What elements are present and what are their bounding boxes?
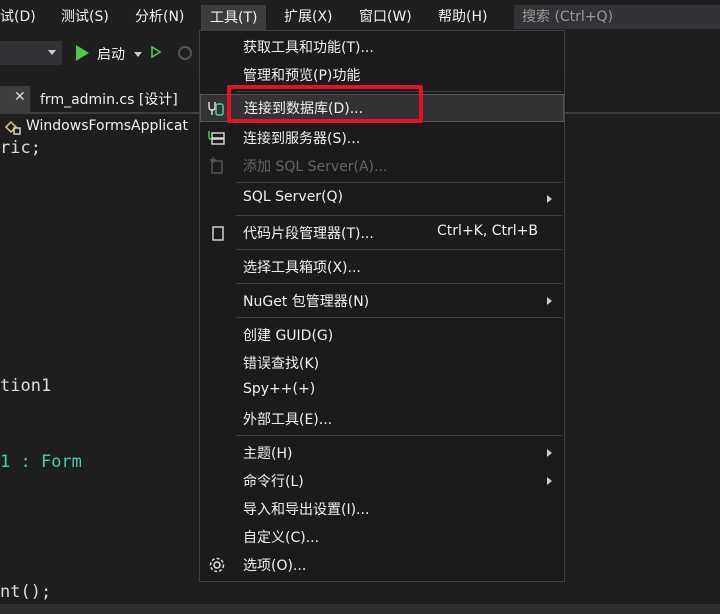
- menu-item-nuget[interactable]: NuGet 包管理器(N): [200, 287, 564, 315]
- menu-help[interactable]: 帮助(H): [438, 6, 487, 28]
- menu-separator: [236, 215, 562, 216]
- menu-item-get-tools[interactable]: 获取工具和功能(T)...: [200, 33, 564, 61]
- chevron-down-icon: [48, 50, 56, 55]
- menu-item-label: 自定义(C)...: [243, 530, 320, 546]
- code-line: tion1: [0, 376, 52, 396]
- highlight-annotation-box: [227, 85, 423, 123]
- code-line: nt();: [0, 582, 52, 602]
- submenu-arrow-icon: [547, 297, 552, 305]
- namespace-dropdown[interactable]: WindowsFormsApplicat: [26, 118, 188, 134]
- menu-item-label: Spy++(+): [243, 381, 316, 397]
- tab-active[interactable]: ✕: [0, 86, 30, 112]
- menu-analyze[interactable]: 分析(N): [135, 6, 184, 28]
- menu-separator: [236, 182, 562, 183]
- close-icon[interactable]: ✕: [14, 89, 26, 105]
- menu-bar: 试(D) 测试(S) 分析(N) 工具(T) 扩展(X) 窗口(W) 帮助(H)…: [0, 0, 720, 36]
- menu-item-label: 错误查找(K): [243, 356, 320, 372]
- menu-item-label: 导入和导出设置(I)...: [243, 502, 370, 518]
- start-button-label[interactable]: 启动: [97, 44, 125, 64]
- menu-item-choose-toolbox[interactable]: 选择工具箱项(X)...: [200, 253, 564, 281]
- hot-reload-icon[interactable]: [178, 46, 192, 60]
- menu-separator: [236, 435, 562, 436]
- menu-item-label: 外部工具(E)...: [243, 412, 333, 428]
- menu-extensions[interactable]: 扩展(X): [284, 6, 333, 28]
- menu-item-label: 创建 GUID(G): [243, 328, 334, 344]
- play-icon[interactable]: [76, 45, 89, 61]
- menu-item-label: 命令行(L): [243, 474, 304, 490]
- menu-item-label: 管理和预览(P)功能: [243, 68, 361, 84]
- menu-item-theme[interactable]: 主题(H): [200, 439, 564, 467]
- menu-item-spy[interactable]: Spy++(+): [200, 377, 564, 405]
- add-sql-server-icon: [210, 157, 223, 174]
- search-input[interactable]: 搜索 (Ctrl+Q): [514, 5, 720, 29]
- snippet-icon: [212, 226, 224, 241]
- submenu-arrow-icon: [547, 477, 552, 485]
- menu-item-label: 连接到服务器(S)...: [243, 131, 361, 147]
- menu-item-create-guid[interactable]: 创建 GUID(G): [200, 321, 564, 349]
- menu-debug[interactable]: 试(D): [0, 6, 36, 28]
- menu-item-external-tools[interactable]: 外部工具(E)...: [200, 405, 564, 433]
- submenu-arrow-icon: [547, 195, 552, 203]
- menu-item-add-sql-server: 添加 SQL Server(A)...: [200, 152, 564, 180]
- menu-item-options[interactable]: 选项(O)...: [200, 551, 564, 579]
- menu-separator: [236, 283, 562, 284]
- code-token: 1 :: [0, 452, 41, 472]
- menu-item-label: 选项(O)...: [243, 558, 307, 574]
- menu-item-sql-server[interactable]: SQL Server(Q): [200, 185, 564, 213]
- tab-frm-admin-designer[interactable]: frm_admin.cs [设计]: [40, 89, 178, 109]
- menu-item-label: 获取工具和功能(T)...: [243, 40, 374, 56]
- menu-item-label: SQL Server(Q): [243, 189, 344, 205]
- configuration-combo[interactable]: [0, 41, 62, 65]
- menu-item-command-line[interactable]: 命令行(L): [200, 467, 564, 495]
- menu-item-label: 选择工具箱项(X)...: [243, 260, 361, 276]
- menu-separator: [236, 317, 562, 318]
- menu-item-label: NuGet 包管理器(N): [243, 294, 370, 310]
- gear-icon: [209, 557, 225, 573]
- menu-item-label: 主题(H): [243, 446, 293, 462]
- menu-item-error-lookup[interactable]: 错误查找(K): [200, 349, 564, 377]
- menu-test[interactable]: 测试(S): [61, 6, 109, 28]
- menu-window[interactable]: 窗口(W): [359, 6, 412, 28]
- submenu-arrow-icon: [547, 449, 552, 457]
- menu-separator: [236, 249, 562, 250]
- code-line: ric;: [0, 138, 41, 158]
- server-connect-icon: [208, 131, 225, 145]
- start-without-debug-icon[interactable]: [151, 46, 161, 58]
- chevron-down-icon[interactable]: [134, 52, 142, 57]
- menu-item-connect-server[interactable]: 连接到服务器(S)...: [200, 124, 564, 152]
- database-connect-icon: [208, 102, 224, 116]
- code-line: 1 : Form: [0, 452, 82, 472]
- menu-item-label: 添加 SQL Server(A)...: [243, 159, 388, 175]
- menu-item-customize[interactable]: 自定义(C)...: [200, 523, 564, 551]
- status-bar: [0, 604, 720, 614]
- project-icon: [4, 120, 21, 135]
- menu-item-snippet-manager[interactable]: 代码片段管理器(T)... Ctrl+K, Ctrl+B: [200, 219, 564, 247]
- code-token-type: Form: [40, 452, 82, 472]
- menu-item-import-export-settings[interactable]: 导入和导出设置(I)...: [200, 495, 564, 523]
- menu-item-label: 代码片段管理器(T)...: [243, 226, 374, 242]
- menu-item-shortcut: Ctrl+K, Ctrl+B: [437, 223, 538, 239]
